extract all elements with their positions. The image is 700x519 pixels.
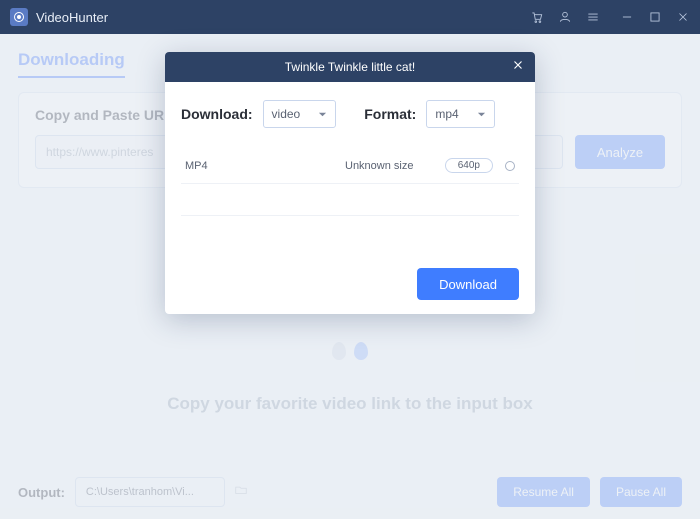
format-row-empty: [181, 184, 519, 216]
download-type-value: video: [272, 107, 301, 121]
modal-close-button[interactable]: [511, 58, 525, 75]
menu-icon[interactable]: [586, 10, 600, 24]
format-radio[interactable]: [505, 161, 515, 171]
user-icon[interactable]: [558, 10, 572, 24]
maximize-icon[interactable]: [648, 10, 662, 24]
format-size: Unknown size: [345, 160, 445, 172]
format-type: MP4: [185, 160, 345, 172]
download-options-modal: Twinkle Twinkle little cat! Download: vi…: [165, 52, 535, 314]
download-button[interactable]: Download: [417, 268, 519, 300]
app-title: VideoHunter: [36, 10, 108, 25]
format-row: MP4 Unknown size 640p: [181, 148, 519, 184]
app-logo-icon: [10, 8, 28, 26]
cart-icon[interactable]: [530, 10, 544, 24]
format-value: mp4: [435, 107, 458, 121]
minimize-icon[interactable]: [620, 10, 634, 24]
format-row-empty: [181, 216, 519, 248]
download-type-select[interactable]: video: [263, 100, 337, 128]
format-label: Format:: [364, 106, 416, 122]
modal-header: Twinkle Twinkle little cat!: [165, 52, 535, 82]
format-select[interactable]: mp4: [426, 100, 494, 128]
quality-badge[interactable]: 640p: [445, 158, 493, 173]
download-label: Download:: [181, 106, 253, 122]
title-bar: VideoHunter: [0, 0, 700, 34]
close-icon[interactable]: [676, 10, 690, 24]
modal-title: Twinkle Twinkle little cat!: [285, 60, 416, 74]
